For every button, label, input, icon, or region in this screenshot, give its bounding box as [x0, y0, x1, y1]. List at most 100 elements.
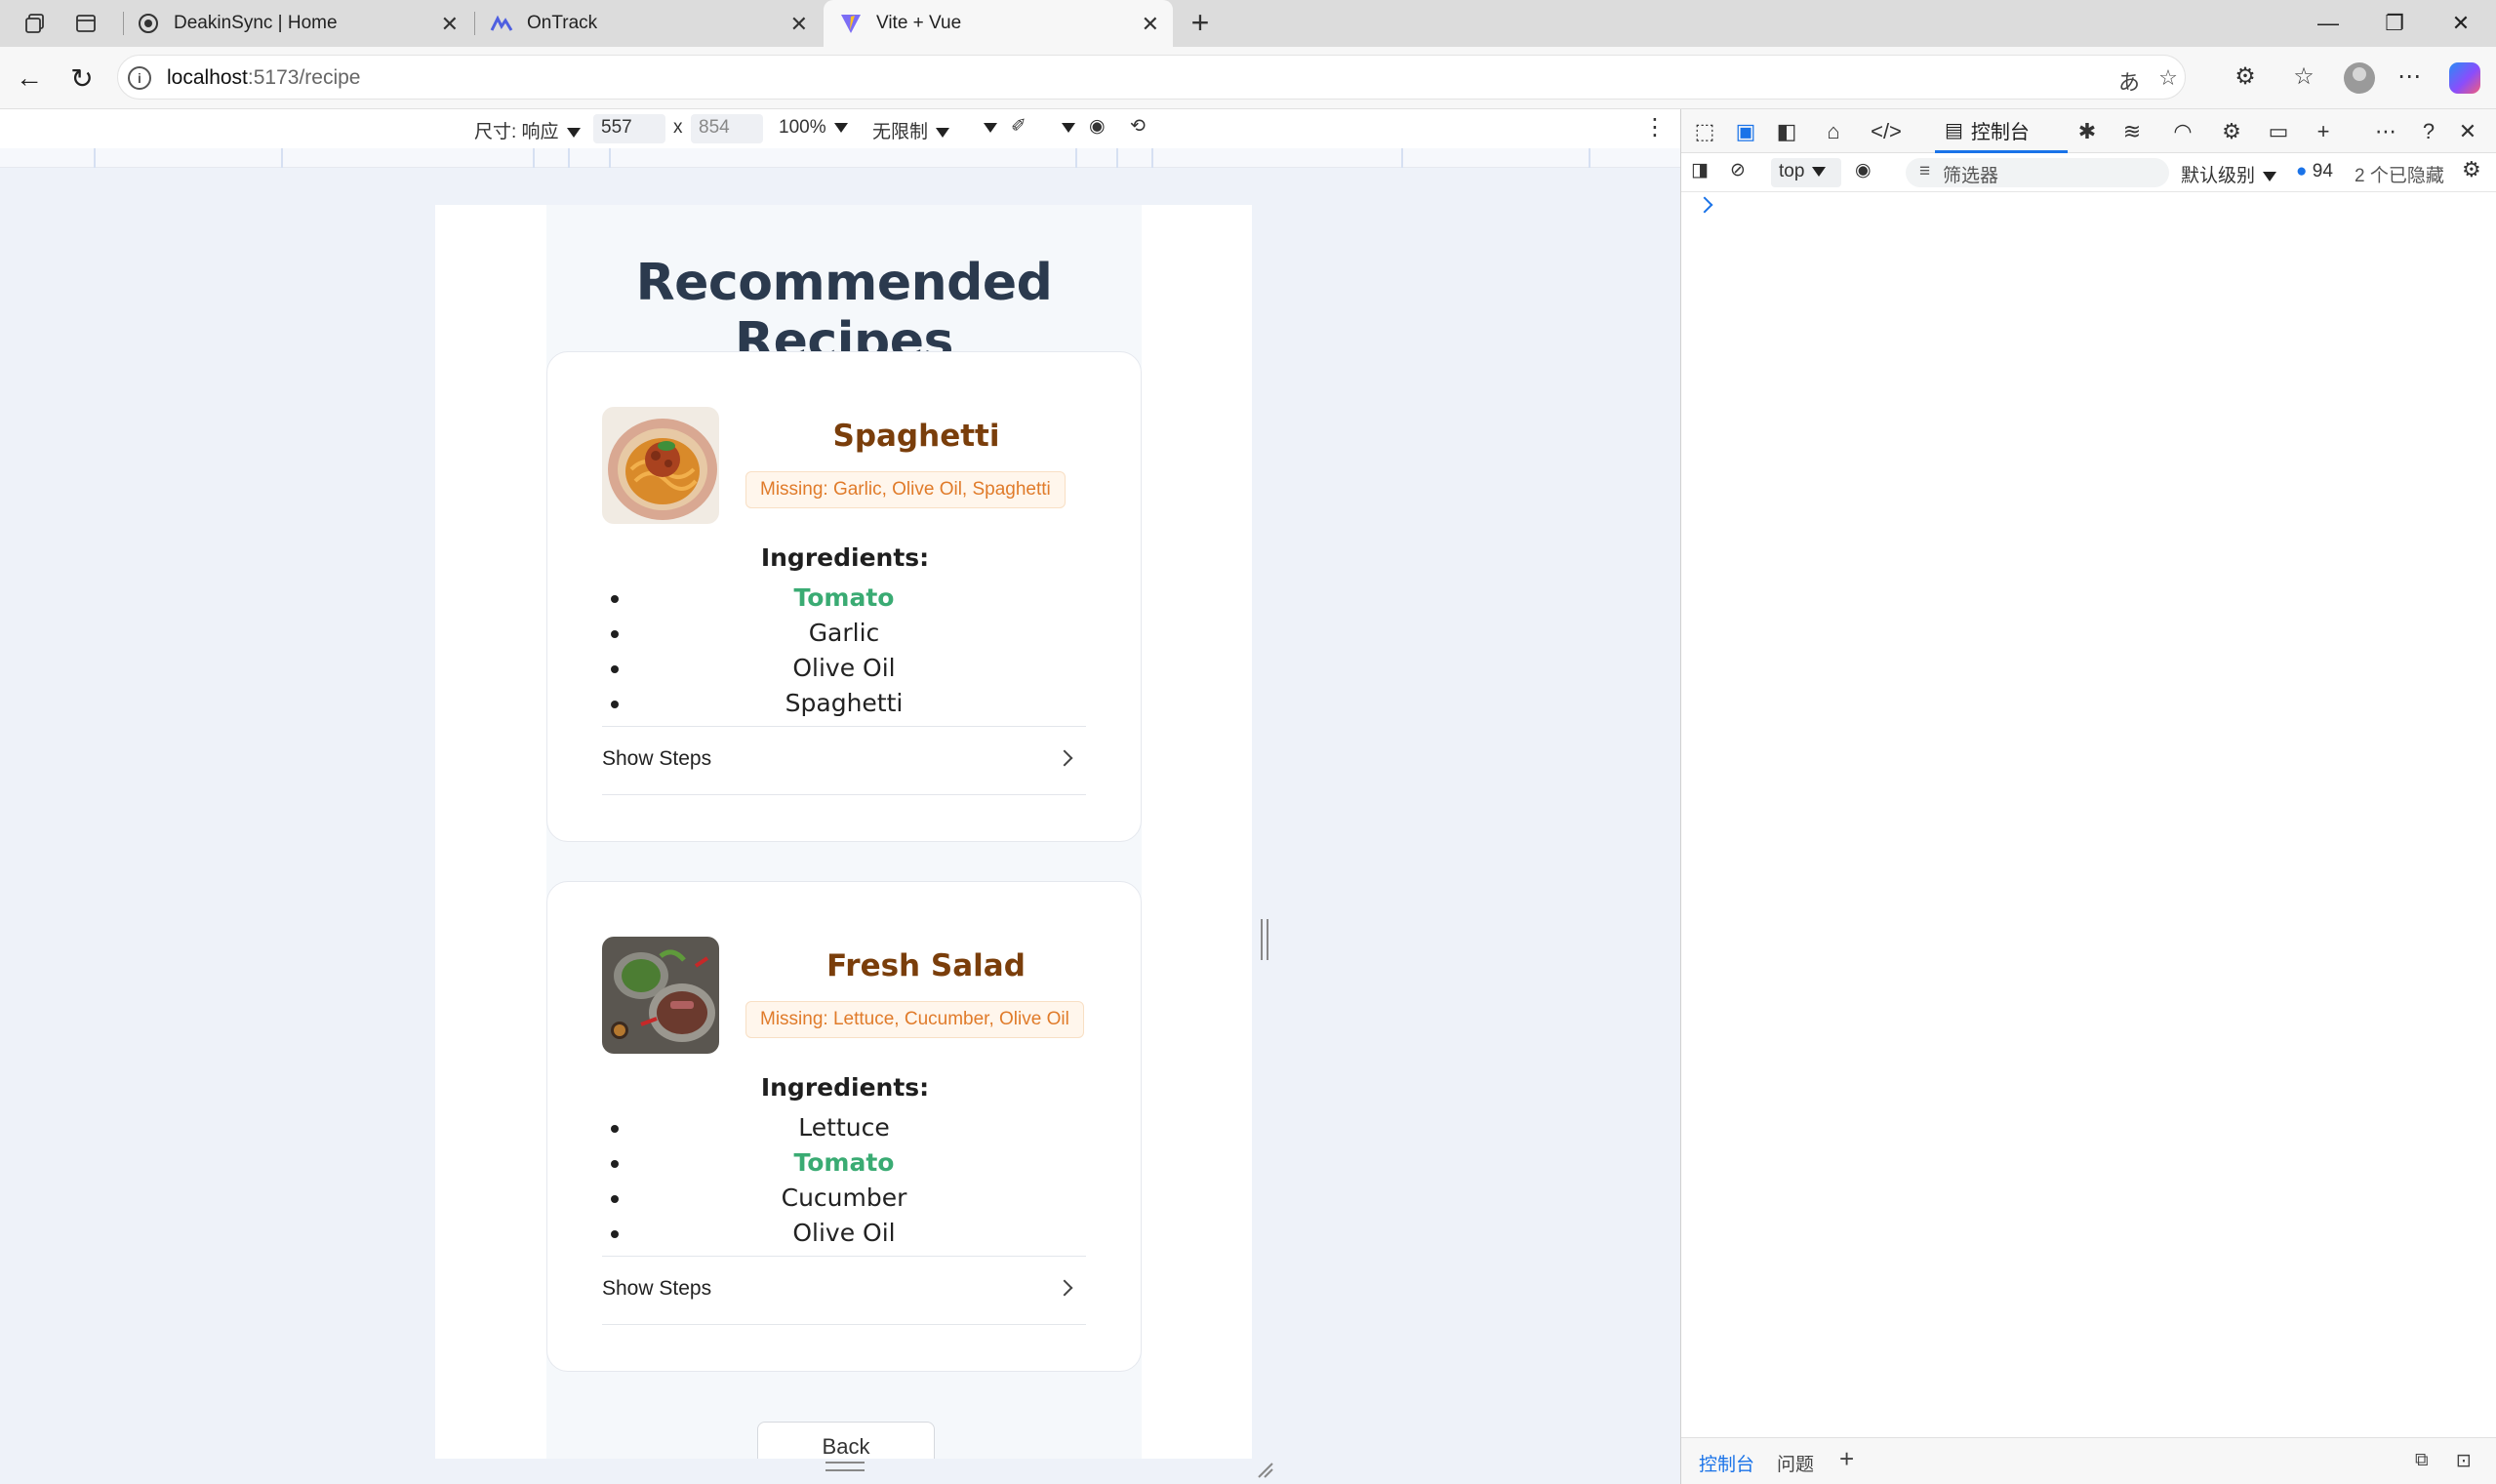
dimensions-select[interactable]: 尺寸: 响应: [474, 117, 581, 143]
workspaces-icon[interactable]: [20, 9, 51, 38]
favorites-icon[interactable]: ☆: [2287, 62, 2320, 94]
ingredient-item: Olive Oil: [602, 651, 1086, 686]
device-toolbar: 尺寸: 响应 557 x 854 100% 无限制 ✐ ◉ ⟲ ⋮: [0, 109, 1680, 148]
show-steps-toggle[interactable]: Show Steps: [602, 726, 1086, 794]
recipe-card: Spaghetti Missing: Garlic, Olive Oil, Sp…: [546, 351, 1142, 842]
console-prompt-icon[interactable]: [1696, 196, 1713, 214]
back-button[interactable]: Back: [757, 1422, 935, 1459]
tab-vite-vue[interactable]: Vite + Vue ✕: [824, 0, 1173, 47]
log-level-select[interactable]: 默认级别: [2181, 161, 2277, 187]
drawer-tab-issues[interactable]: 问题: [1777, 1450, 1814, 1476]
ingredients-list: Tomato Garlic Olive Oil Spaghetti: [602, 581, 1086, 721]
ingredient-item: Cucumber: [602, 1181, 1086, 1216]
clear-console-icon[interactable]: ⊘: [1730, 159, 1746, 181]
resize-handle-corner[interactable]: [1255, 1460, 1274, 1479]
devtools-drawer: 控制台 问题 + ⧉ ⊡: [1681, 1437, 2496, 1484]
divider: [602, 1324, 1086, 1325]
ingredients-heading: Ingredients:: [760, 543, 930, 572]
browser-toolbar: ← ↻ i localhost:5173/recipe あ ☆ ⚙ ☆ ⋯: [0, 47, 2496, 109]
url-text[interactable]: localhost:5173/recipe: [167, 66, 360, 90]
console-filter-input[interactable]: ≡ 筛选器: [1906, 158, 2169, 187]
ontrack-favicon-icon: [490, 12, 513, 35]
sensor-icon[interactable]: ✐: [1011, 115, 1027, 138]
more-tools-plus-icon[interactable]: +: [2308, 117, 2339, 146]
site-info-icon[interactable]: i: [128, 66, 151, 90]
favorite-star-icon[interactable]: ☆: [2152, 65, 2185, 93]
new-tab-button[interactable]: +: [1181, 6, 1220, 41]
device-toolbar-icon[interactable]: ▣: [1730, 117, 1761, 146]
resize-handle-bottom[interactable]: [825, 1462, 865, 1471]
device-more-icon[interactable]: ⋮: [1643, 113, 1667, 141]
tab-console[interactable]: ▤ 控制台: [1935, 109, 2068, 153]
deakinsync-favicon-icon: [137, 12, 160, 35]
devtools-tabbar: ⬚ ▣ ◧ ⌂ </> ▤ 控制台 ✱ ≋ ◠ ⚙ ▭ + ⋯ ? ✕: [1681, 109, 2496, 153]
vision-deficiency-icon[interactable]: ◉: [1089, 115, 1106, 138]
restore-button[interactable]: ❐: [2361, 0, 2428, 47]
back-arrow-icon[interactable]: ←: [12, 60, 47, 96]
console-icon: ▤: [1945, 119, 1963, 141]
media-query-ruler[interactable]: [0, 148, 1680, 168]
window-close-button[interactable]: ✕: [2428, 0, 2494, 47]
recipe-name: Fresh Salad: [826, 948, 1026, 983]
drawer-add-icon[interactable]: +: [1839, 1444, 1854, 1474]
devtools-close-icon[interactable]: ✕: [2452, 117, 2483, 146]
more-menu-icon[interactable]: ⋯: [2393, 62, 2426, 94]
tab-deakinsync[interactable]: DeakinSync | Home ✕: [121, 0, 472, 47]
elements-icon[interactable]: </>: [1871, 117, 1902, 146]
sources-bug-icon[interactable]: ✱: [2072, 117, 2103, 146]
touch-dropdown[interactable]: [1062, 117, 1075, 139]
devtools-more-icon[interactable]: ⋯: [2370, 117, 2401, 146]
address-bar[interactable]: i localhost:5173/recipe あ ☆: [117, 55, 2186, 100]
close-icon[interactable]: ✕: [1142, 12, 1159, 37]
recipe-card: Fresh Salad Missing: Lettuce, Cucumber, …: [546, 881, 1142, 1372]
zoom-select[interactable]: 100%: [779, 117, 848, 139]
chevron-right-icon: [1056, 749, 1073, 767]
ingredient-item: Tomato: [602, 1145, 1086, 1181]
welcome-home-icon[interactable]: ⌂: [1818, 117, 1849, 146]
device-options-dropdown[interactable]: [984, 117, 997, 139]
inspect-element-icon[interactable]: ⬚: [1689, 117, 1720, 146]
fresh-salad-image: [602, 937, 719, 1054]
read-aloud-icon[interactable]: あ: [2113, 65, 2146, 95]
drawer-undock-icon[interactable]: ⧉: [2415, 1450, 2429, 1471]
ingredient-item: Lettuce: [602, 1110, 1086, 1145]
ingredient-item: Garlic: [602, 616, 1086, 651]
issues-counter[interactable]: ● 94: [2296, 161, 2333, 182]
drawer-close-icon[interactable]: ⊡: [2456, 1450, 2472, 1472]
network-wifi-icon[interactable]: ≋: [2116, 117, 2148, 146]
height-input[interactable]: 854: [691, 114, 763, 143]
ingredients-heading: Ingredients:: [760, 1073, 930, 1102]
context-select[interactable]: top: [1771, 158, 1841, 187]
live-expression-eye-icon[interactable]: ◉: [1855, 159, 1872, 181]
reload-icon[interactable]: ↻: [64, 60, 100, 96]
drawer-tab-console[interactable]: 控制台: [1699, 1450, 1754, 1484]
extensions-icon[interactable]: ⚙: [2229, 62, 2262, 94]
spaghetti-image: [602, 407, 719, 524]
console-filter-bar: ◨ ⊘ top ◉ ≡ 筛选器 默认级别 ● 94 2 个已隐藏 ⚙: [1681, 153, 2496, 192]
copilot-icon[interactable]: [2449, 62, 2480, 94]
sidebar-toggle-icon[interactable]: ◨: [1691, 159, 1709, 181]
tab-label: OnTrack: [527, 13, 598, 33]
close-icon[interactable]: ✕: [790, 12, 808, 37]
minimize-button[interactable]: —: [2295, 0, 2361, 47]
profile-avatar[interactable]: [2344, 62, 2375, 94]
recipe-name: Spaghetti: [832, 419, 1000, 454]
tab-actions-icon[interactable]: [70, 9, 101, 38]
close-icon[interactable]: ✕: [441, 12, 459, 37]
performance-icon[interactable]: ◠: [2167, 117, 2198, 146]
application-icon[interactable]: ▭: [2263, 117, 2294, 146]
throttle-select[interactable]: 无限制: [872, 117, 950, 143]
dock-side-icon[interactable]: ◧: [1771, 117, 1802, 146]
emulation-viewport: 尺寸: 响应 557 x 854 100% 无限制 ✐ ◉ ⟲ ⋮ Recomm…: [0, 109, 1680, 1484]
show-steps-toggle[interactable]: Show Steps: [602, 1256, 1086, 1324]
rotate-icon[interactable]: ⟲: [1130, 115, 1146, 138]
memory-icon[interactable]: ⚙: [2216, 117, 2247, 146]
tab-ontrack[interactable]: OnTrack ✕: [474, 0, 822, 47]
show-steps-label: Show Steps: [602, 1277, 712, 1300]
console-settings-gear-icon[interactable]: ⚙: [2462, 157, 2481, 182]
emulated-device-screen: Recommended Recipes Spaghetti Missing: G…: [435, 205, 1252, 1459]
resize-handle-right[interactable]: [1261, 919, 1268, 960]
width-input[interactable]: 557: [593, 114, 665, 143]
times-sign: x: [673, 117, 683, 138]
help-icon[interactable]: ?: [2413, 117, 2444, 146]
